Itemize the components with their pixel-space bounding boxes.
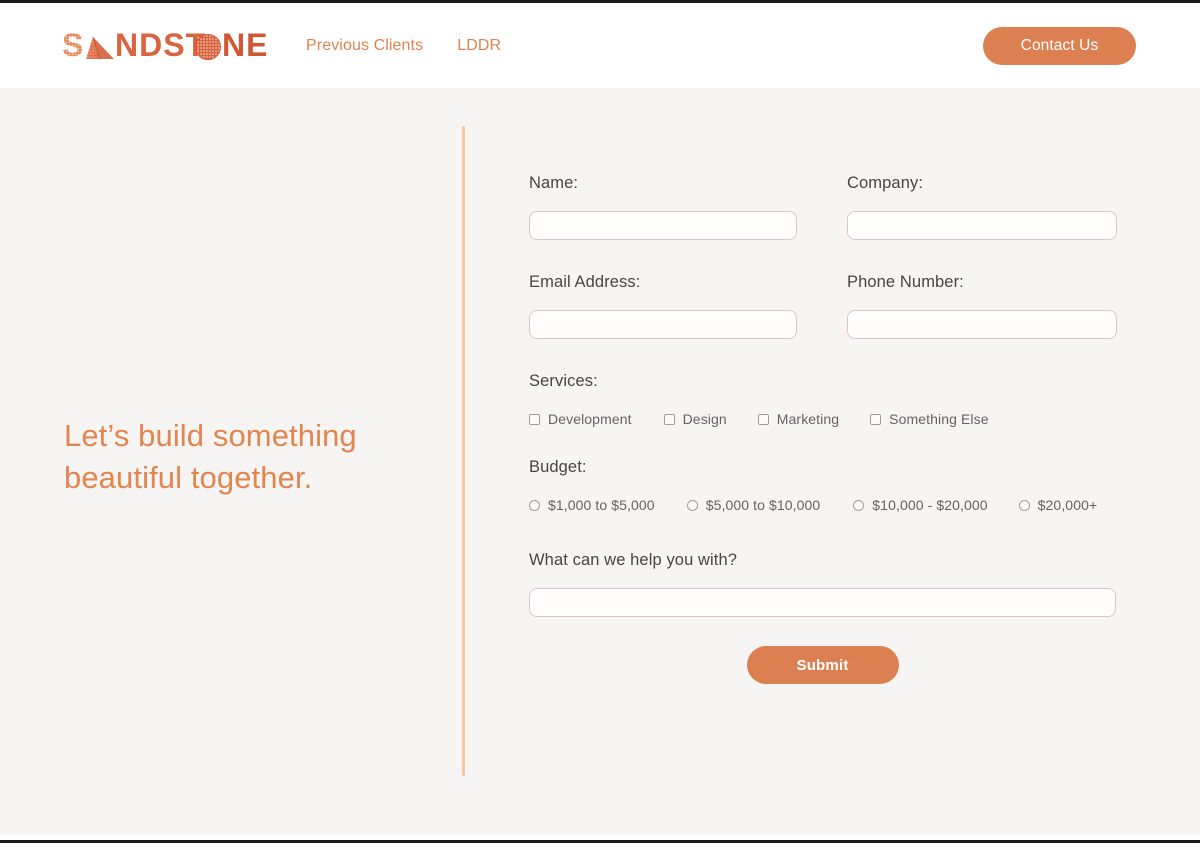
checkbox-label: Development — [548, 411, 632, 427]
budget-group: Budget: $1,000 to $5,000 $5,000 to $10,0… — [529, 458, 1129, 513]
message-input[interactable] — [529, 588, 1116, 617]
submit-row: Submit — [529, 646, 1116, 684]
sphere-glyph — [195, 33, 221, 60]
nav-lddr[interactable]: LDDR — [457, 37, 501, 55]
name-input[interactable] — [529, 211, 797, 240]
checkbox-label: Marketing — [776, 411, 840, 427]
checkbox-label: Design — [682, 411, 727, 427]
checkbox-development[interactable]: Development — [529, 411, 632, 427]
radio-label: $10,000 - $20,000 — [872, 497, 988, 513]
page-bottom-rule — [0, 840, 1200, 843]
company-input[interactable] — [847, 211, 1117, 240]
submit-button[interactable]: Submit — [746, 646, 899, 684]
radio-budget-10000-20000[interactable]: $10,000 - $20,000 — [853, 497, 988, 513]
nav-previous-clients[interactable]: Previous Clients — [306, 37, 423, 55]
radio-icon[interactable] — [529, 499, 540, 511]
radio-icon[interactable] — [1018, 499, 1030, 511]
phone-input[interactable] — [847, 310, 1117, 339]
radio-icon[interactable] — [686, 499, 698, 511]
sandstone-logo[interactable]: S NDST NE — [62, 29, 268, 63]
field-group-email: Email Address: — [529, 273, 797, 339]
pyramid-glyph — [86, 36, 114, 59]
services-label: Services: — [529, 372, 598, 390]
email-input[interactable] — [529, 310, 797, 339]
svg-text:NE: NE — [222, 29, 268, 63]
site-header: S NDST NE Previous Clients LDDR Contact … — [0, 3, 1200, 88]
main-content: Let’s build something beautiful together… — [0, 88, 1200, 835]
radio-budget-20000-plus[interactable]: $20,000+ — [1018, 497, 1098, 513]
email-label: Email Address: — [529, 273, 641, 291]
radio-label: $1,000 to $5,000 — [548, 497, 655, 513]
form-row-name-company: Name: Company: — [529, 174, 1129, 240]
services-group: Services: Development Design Marketing S… — [529, 372, 1129, 427]
page-root: S NDST NE Previous Clients LDDR Contact … — [0, 0, 1200, 849]
services-options: Development Design Marketing Something E… — [529, 411, 1129, 427]
primary-nav: Previous Clients LDDR — [306, 37, 501, 55]
message-label: What can we help you with? — [529, 551, 738, 569]
name-label: Name: — [529, 174, 579, 192]
svg-text:NDST: NDST — [115, 29, 206, 63]
contact-us-button[interactable]: Contact Us — [983, 26, 1136, 65]
svg-text:S: S — [62, 29, 84, 63]
hero-headline: Let’s build something beautiful together… — [64, 418, 357, 495]
checkbox-icon[interactable] — [529, 413, 540, 425]
company-label: Company: — [847, 174, 924, 192]
checkbox-icon[interactable] — [757, 413, 769, 425]
checkbox-label: Something Else — [889, 411, 989, 427]
radio-icon[interactable] — [853, 499, 865, 511]
page-top-rule — [0, 0, 1200, 3]
radio-budget-1000-5000[interactable]: $1,000 to $5,000 — [529, 497, 655, 513]
checkbox-marketing[interactable]: Marketing — [757, 411, 840, 427]
vertical-divider — [462, 126, 465, 776]
contact-form: Name: Company: Email Address: Phone Numb… — [529, 174, 1129, 684]
field-group-phone: Phone Number: — [847, 273, 1117, 339]
radio-label: $20,000+ — [1037, 497, 1098, 513]
checkbox-icon[interactable] — [870, 413, 882, 425]
message-group: What can we help you with? — [529, 551, 1129, 617]
field-group-company: Company: — [847, 174, 1117, 240]
checkbox-something-else[interactable]: Something Else — [870, 411, 989, 427]
checkbox-icon[interactable] — [663, 413, 675, 425]
budget-label: Budget: — [529, 458, 587, 476]
field-group-name: Name: — [529, 174, 797, 240]
form-row-email-phone: Email Address: Phone Number: — [529, 273, 1129, 339]
phone-label: Phone Number: — [847, 273, 964, 291]
checkbox-design[interactable]: Design — [663, 411, 727, 427]
radio-budget-5000-10000[interactable]: $5,000 to $10,000 — [686, 497, 821, 513]
radio-label: $5,000 to $10,000 — [705, 497, 821, 513]
budget-options: $1,000 to $5,000 $5,000 to $10,000 $10,0… — [529, 497, 1129, 513]
